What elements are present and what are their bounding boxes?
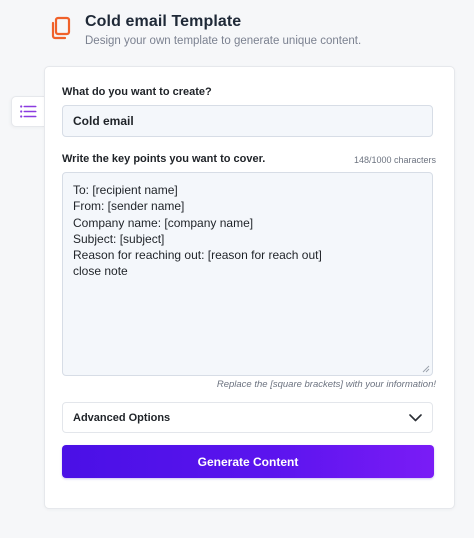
advanced-options-label: Advanced Options [73,411,171,424]
template-form-card: What do you want to create? Cold email W… [44,66,455,509]
keypoints-textarea[interactable]: To: [recipient name] From: [sender name]… [62,172,433,376]
keypoints-line: Subject: [subject] [73,231,165,246]
create-label: What do you want to create? [62,86,212,98]
list-menu-icon [20,105,37,118]
keypoints-line: To: [recipient name] [73,183,178,197]
side-menu-tab[interactable] [11,96,45,127]
chevron-down-icon [409,413,422,421]
generate-content-button[interactable]: Generate Content [62,445,434,478]
advanced-options-toggle[interactable]: Advanced Options [62,402,433,433]
create-input-value: Cold email [73,114,134,128]
keypoints-line: From: [sender name] [73,199,185,214]
create-input[interactable]: Cold email [62,105,433,137]
keypoints-label: Write the key points you want to cover. [62,153,266,165]
copy-document-icon [49,16,73,42]
character-counter: 148/1000 characters [353,155,436,165]
replace-hint: Replace the [square brackets] with your … [216,379,436,390]
resize-grip-icon[interactable] [422,365,430,373]
page-title: Cold email Template [85,13,242,30]
page-subtitle: Design your own template to generate uni… [85,35,362,47]
keypoints-line: Reason for reaching out: [reason for rea… [73,248,322,263]
keypoints-line: close note [73,264,128,279]
keypoints-line: Company name: [company name] [73,215,254,230]
